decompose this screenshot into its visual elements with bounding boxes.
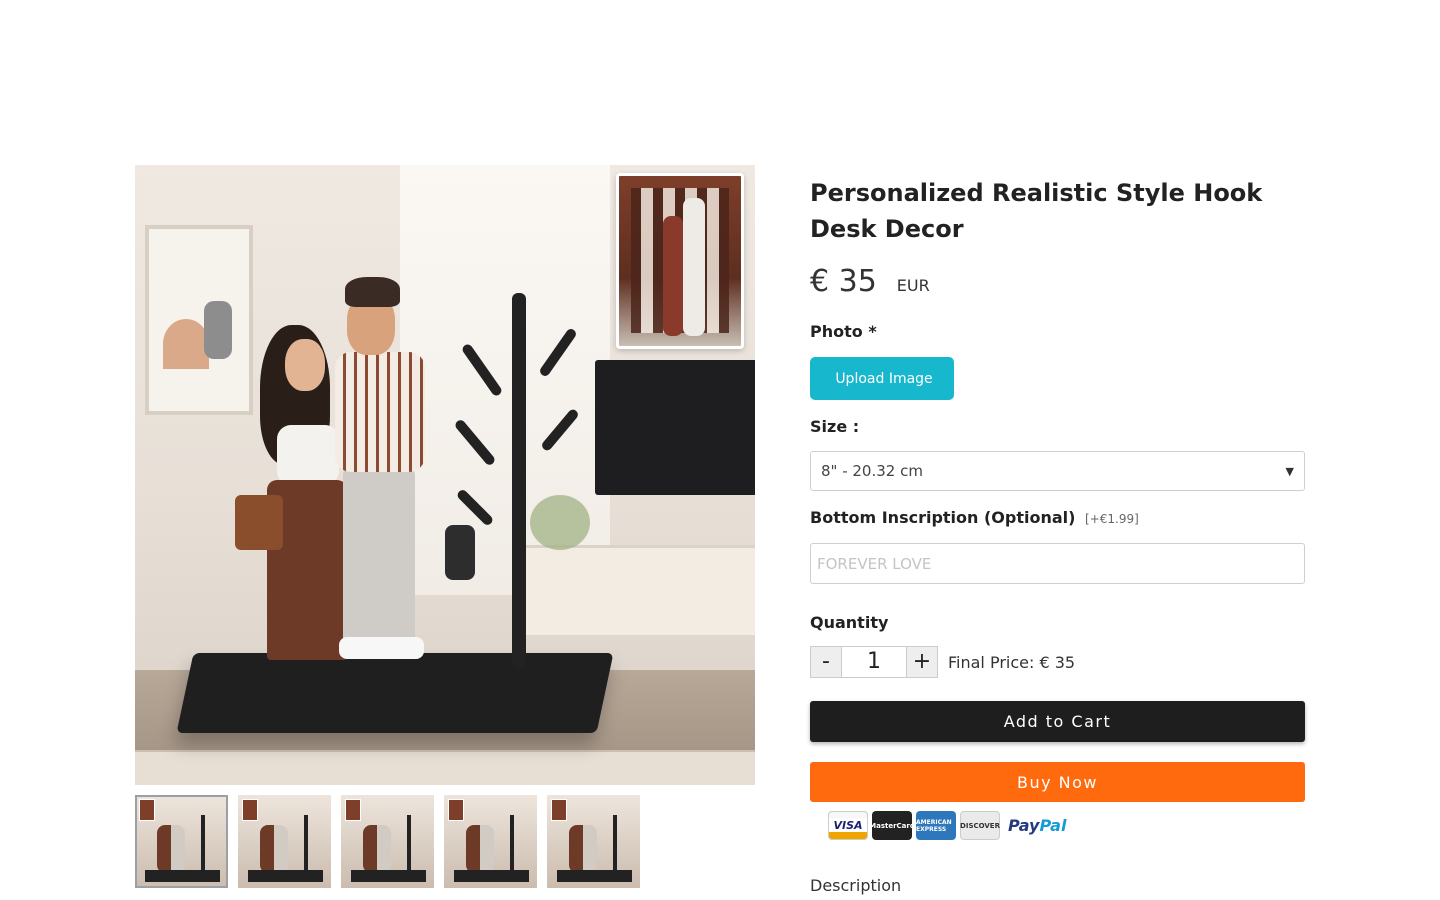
add-to-cart-button[interactable]: Add to Cart bbox=[810, 701, 1305, 742]
reference-photo-inset bbox=[616, 173, 744, 349]
paypal-icon: PayPal bbox=[1008, 816, 1067, 835]
quantity-plus-button[interactable]: + bbox=[906, 646, 938, 678]
thumbnail-5[interactable] bbox=[547, 795, 640, 888]
inscription-label: Bottom Inscription (Optional) bbox=[810, 508, 1076, 527]
inscription-extra-cost: [+€1.99] bbox=[1085, 512, 1139, 526]
chevron-down-icon: ▼ bbox=[1285, 464, 1294, 478]
visa-icon: VISA bbox=[828, 811, 868, 840]
desk-front bbox=[135, 750, 755, 785]
upload-label: Upload Image bbox=[835, 370, 933, 387]
plant bbox=[530, 495, 590, 550]
size-select[interactable]: 8" - 20.32 cm ▼ bbox=[810, 451, 1305, 491]
product-title: Personalized Realistic Style Hook Desk D… bbox=[810, 179, 1263, 243]
tv bbox=[595, 360, 755, 495]
quantity-value[interactable]: 1 bbox=[842, 646, 906, 678]
tv-cabinet bbox=[515, 545, 755, 635]
photo-label: Photo * bbox=[810, 322, 877, 341]
man-figure bbox=[325, 277, 425, 677]
price-currency: EUR bbox=[896, 276, 930, 295]
car-keys bbox=[445, 525, 475, 580]
amex-icon: AMERICAN EXPRESS bbox=[916, 811, 956, 840]
inscription-input[interactable] bbox=[810, 543, 1305, 584]
product-price: € 35 bbox=[810, 264, 877, 299]
description-label: Description bbox=[810, 876, 902, 895]
thumbnail-strip bbox=[135, 795, 640, 888]
quantity-stepper: - 1 + Final Price: € 35 bbox=[810, 646, 1075, 678]
thumbnail-2[interactable] bbox=[238, 795, 331, 888]
size-label: Size : bbox=[810, 417, 860, 436]
price-row: € 35 EUR bbox=[810, 264, 930, 299]
payment-methods: VISA MasterCard AMERICAN EXPRESS DISCOVE… bbox=[828, 811, 1066, 840]
size-selected-value: 8" - 20.32 cm bbox=[821, 462, 923, 480]
quantity-label: Quantity bbox=[810, 613, 889, 632]
product-page: Personalized Realistic Style Hook Desk D… bbox=[0, 0, 1440, 900]
hook-tree bbox=[512, 293, 526, 668]
main-product-image[interactable] bbox=[135, 165, 755, 785]
wall-art bbox=[145, 225, 253, 415]
buy-now-button[interactable]: Buy Now bbox=[810, 762, 1305, 802]
description-accordion[interactable]: Description bbox=[810, 876, 1305, 895]
thumbnail-4[interactable] bbox=[444, 795, 537, 888]
final-price: Final Price: € 35 bbox=[948, 652, 1076, 672]
inscription-label-row: Bottom Inscription (Optional) [+€1.99] bbox=[810, 508, 1139, 527]
thumbnail-1[interactable] bbox=[135, 795, 228, 888]
mastercard-icon: MasterCard bbox=[869, 811, 915, 840]
upload-image-button[interactable]: Upload Image bbox=[810, 357, 954, 400]
quantity-minus-button[interactable]: - bbox=[810, 646, 842, 678]
thumbnail-3[interactable] bbox=[341, 795, 434, 888]
discover-icon: DISCOVER bbox=[960, 811, 1000, 840]
